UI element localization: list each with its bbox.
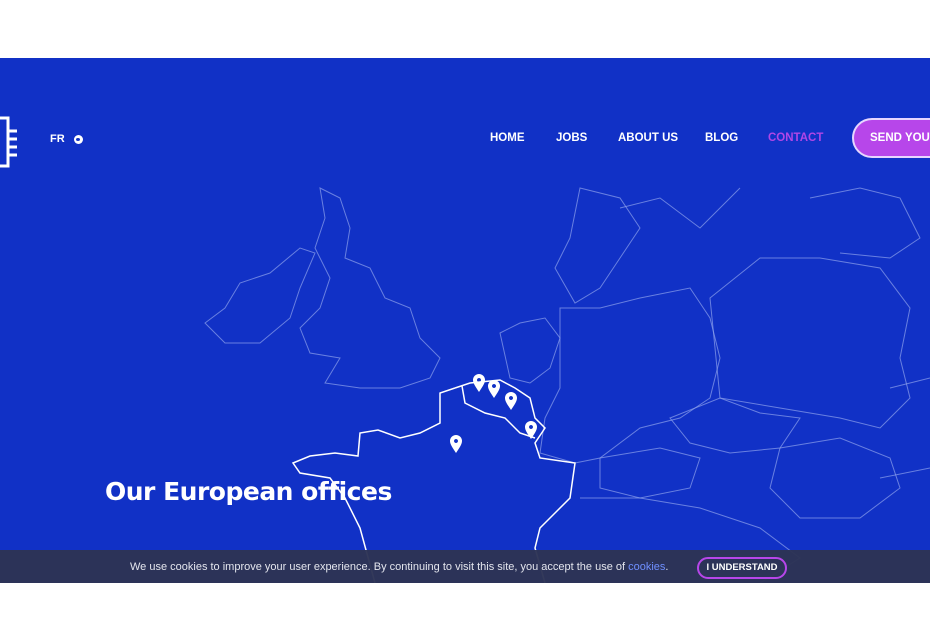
globe-icon bbox=[73, 134, 83, 144]
page-title: Our European offices bbox=[105, 477, 392, 506]
cookie-suffix: . bbox=[665, 561, 669, 573]
nav-home[interactable]: HOME bbox=[490, 132, 525, 144]
cookies-link[interactable]: cookies bbox=[628, 561, 665, 573]
cookie-message: We use cookies to improve your user expe… bbox=[130, 561, 668, 573]
nav-about-us[interactable]: ABOUT US bbox=[618, 132, 678, 144]
map-pin-icon[interactable] bbox=[525, 421, 537, 439]
cookie-text: We use cookies to improve your user expe… bbox=[130, 561, 629, 573]
map-pin-icon[interactable] bbox=[473, 374, 485, 392]
nav-jobs[interactable]: JOBS bbox=[556, 132, 587, 144]
hero-section: FR HOME JOBS ABOUT US BLOG CONTACT SEND … bbox=[0, 58, 930, 583]
map-pin-icon[interactable] bbox=[505, 392, 517, 410]
send-cv-button[interactable]: SEND YOUR bbox=[852, 118, 930, 158]
cookie-banner: We use cookies to improve your user expe… bbox=[0, 550, 930, 583]
map-pin-icon[interactable] bbox=[488, 380, 500, 398]
language-label: FR bbox=[50, 133, 65, 145]
language-switcher[interactable]: FR bbox=[50, 133, 83, 145]
accept-cookies-button[interactable]: I UNDERSTAND bbox=[697, 557, 787, 579]
nav-blog[interactable]: BLOG bbox=[705, 132, 738, 144]
nav-contact[interactable]: CONTACT bbox=[768, 132, 823, 144]
map-pin-icon[interactable] bbox=[450, 435, 462, 453]
